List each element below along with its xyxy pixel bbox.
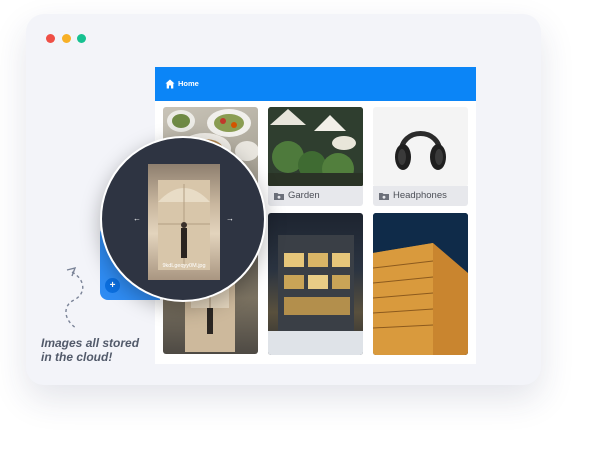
- image-tile-garden[interactable]: [268, 107, 363, 187]
- building-day-photo: [373, 213, 468, 355]
- arrow-right-icon[interactable]: →: [226, 214, 234, 224]
- image-tile-headphones[interactable]: [373, 107, 468, 187]
- folder-image-icon: [274, 193, 284, 200]
- minimize-dot[interactable]: [62, 34, 71, 43]
- image-tile-building-day[interactable]: [373, 213, 468, 355]
- close-dot[interactable]: [46, 34, 55, 43]
- building-night-photo: [268, 235, 363, 355]
- home-icon[interactable]: [165, 79, 175, 89]
- breadcrumb-home[interactable]: Home: [178, 78, 199, 90]
- preview-filename: 9kdLgeqyy0M.jpg: [162, 263, 206, 269]
- folder-label-headphones[interactable]: Headphones: [373, 186, 468, 206]
- app-header: Home: [155, 67, 476, 101]
- headphones-photo: [395, 131, 446, 170]
- add-button[interactable]: +: [105, 278, 120, 293]
- preview-magnifier: ← → 9kdLgeqyy0M.jpg: [100, 136, 266, 302]
- folder-name: Headphones: [393, 190, 447, 201]
- curved-arrow-doodle: [65, 266, 84, 329]
- folder-image-icon: [379, 193, 389, 200]
- plus-icon: +: [109, 280, 116, 291]
- image-tile-building-night[interactable]: [268, 213, 363, 355]
- caption-line-2: in the cloud!: [41, 350, 113, 364]
- folder-name: Garden: [288, 190, 320, 201]
- folder-label-garden[interactable]: Garden: [268, 186, 363, 206]
- arrow-left-icon[interactable]: ←: [133, 214, 141, 224]
- garden-photo: [268, 107, 363, 187]
- caption-line-1: Images all stored: [41, 336, 140, 350]
- caption: Images all stored in the cloud!: [41, 336, 171, 364]
- maximize-dot[interactable]: [77, 34, 86, 43]
